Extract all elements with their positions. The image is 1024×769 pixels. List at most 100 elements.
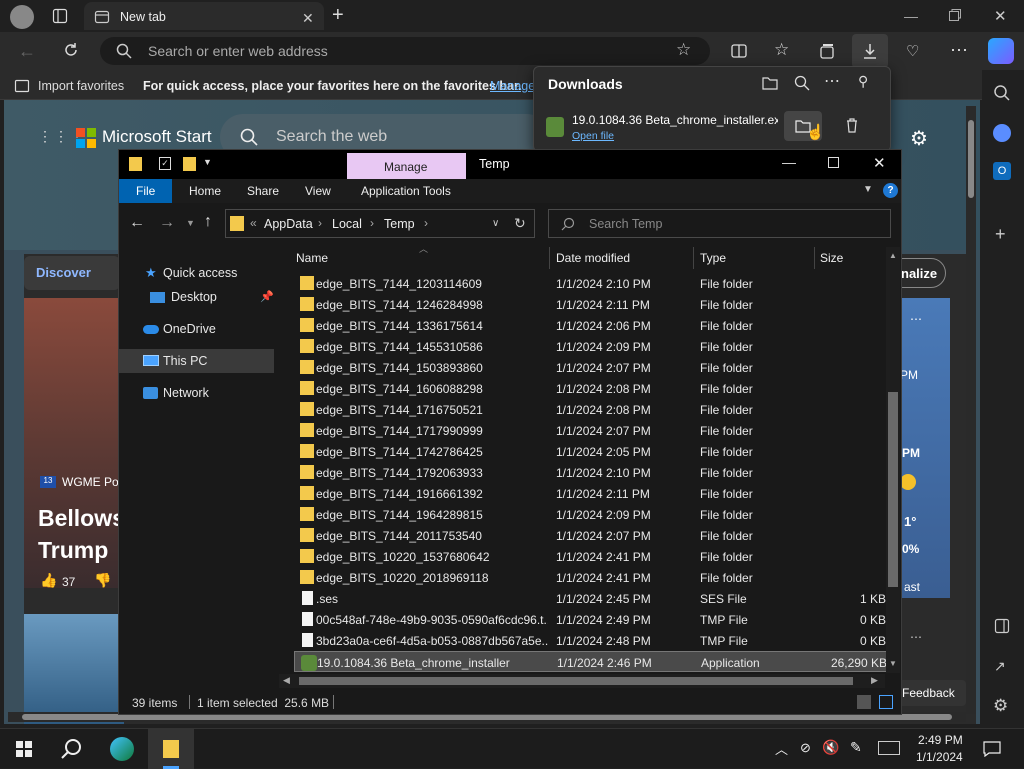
start-windows-icon[interactable]	[16, 741, 32, 757]
notifications-icon[interactable]	[983, 741, 1001, 757]
nav-forward-icon[interactable]: →	[159, 214, 175, 232]
col-divider[interactable]	[693, 247, 694, 269]
show-in-folder-button[interactable]: ☝	[784, 111, 825, 141]
file-row[interactable]: edge_BITS_7144_1606088298 1/1/2024 2:08 P…	[294, 378, 890, 399]
address-bar[interactable]: Search or enter web address ☆	[100, 37, 710, 65]
news-headline[interactable]: Bellows Trump	[38, 502, 125, 566]
nav-this-pc[interactable]: This PC	[119, 349, 274, 373]
file-row[interactable]: .ses 1/1/2024 2:45 PM SES File 1 KB	[294, 588, 890, 609]
search-downloads-icon[interactable]	[794, 75, 810, 91]
breadcrumb-local[interactable]: Local	[332, 217, 362, 231]
page-scrollbar[interactable]	[966, 106, 976, 714]
qat-dropdown-icon[interactable]: ▼	[203, 157, 212, 167]
sidebar-settings-icon[interactable]: ⚙	[993, 696, 1008, 716]
file-row[interactable]: 3bd23a0a-ce6f-4d5a-b053-0887db567a5e... 1…	[294, 630, 890, 651]
scroll-down-icon[interactable]: ▼	[889, 659, 897, 668]
file-row[interactable]: edge_BITS_10220_2018969118 1/1/2024 2:41 …	[294, 567, 890, 588]
like-icon[interactable]: 👍	[40, 572, 57, 589]
details-view-icon[interactable]	[857, 695, 871, 709]
file-list-hscrollbar[interactable]: ◀ ▶	[279, 674, 885, 688]
file-row[interactable]: edge_BITS_7144_1716750521 1/1/2024 2:08 P…	[294, 399, 890, 420]
open-downloads-folder-icon[interactable]	[762, 76, 778, 90]
file-row[interactable]: edge_BITS_7144_1792063933 1/1/2024 2:10 P…	[294, 462, 890, 483]
nav-onedrive[interactable]: OneDrive	[119, 317, 274, 341]
outlook-icon[interactable]: O	[993, 162, 1011, 180]
volume-muted-icon[interactable]: 🔇	[822, 739, 839, 756]
show-hidden-icons-icon[interactable]: ︿	[775, 739, 788, 758]
network-status-icon[interactable]: ⊘	[800, 740, 811, 756]
keyboard-icon[interactable]	[878, 741, 900, 755]
dislike-icon[interactable]: 👎	[94, 572, 111, 589]
file-row[interactable]: edge_BITS_7144_2011753540 1/1/2024 2:07 P…	[294, 525, 890, 546]
favorites-icon[interactable]: ☆	[774, 40, 789, 60]
help-icon[interactable]: ?	[883, 183, 898, 198]
file-row[interactable]: edge_BITS_7144_1203114609 1/1/2024 2:10 P…	[294, 273, 890, 294]
scroll-up-icon[interactable]: ▲	[889, 251, 897, 260]
profile-avatar-icon[interactable]	[10, 5, 34, 29]
file-row[interactable]: 19.0.1084.36 Beta_chrome_installer 1/1/20…	[294, 651, 890, 672]
file-row[interactable]: edge_BITS_7144_1336175614 1/1/2024 2:06 P…	[294, 315, 890, 336]
clock-date[interactable]: 1/1/2024	[916, 750, 963, 764]
ribbon-tab-home[interactable]: Home	[179, 179, 231, 203]
recent-locations-icon[interactable]: ▼	[186, 218, 195, 228]
tab-actions-icon[interactable]	[52, 8, 68, 24]
sidebar-add-icon[interactable]: +	[995, 224, 1006, 245]
collections-icon[interactable]	[818, 42, 836, 60]
page-settings-icon[interactable]: ⚙	[910, 126, 928, 151]
file-row[interactable]: 00c548af-748e-49b9-9035-0590af6cdc96.t..…	[294, 609, 890, 630]
ribbon-tab-file[interactable]: File	[119, 179, 173, 203]
pen-icon[interactable]: ✎	[850, 739, 862, 756]
file-row[interactable]: edge_BITS_7144_1503893860 1/1/2024 2:07 P…	[294, 357, 890, 378]
card-more-icon[interactable]: ⋯	[910, 630, 922, 644]
restore-window-icon[interactable]	[948, 8, 962, 22]
ribbon-tab-share[interactable]: Share	[237, 179, 289, 203]
nav-back-icon[interactable]: ←	[129, 214, 145, 232]
external-link-icon[interactable]: ↗	[994, 658, 1006, 675]
edge-taskbar-icon[interactable]	[110, 737, 134, 761]
breadcrumb-appdata[interactable]: AppData	[264, 217, 313, 231]
file-row[interactable]: edge_BITS_7144_1717990999 1/1/2024 2:07 P…	[294, 420, 890, 441]
breadcrumb-temp[interactable]: Temp	[384, 217, 415, 231]
col-size[interactable]: Size	[820, 251, 843, 265]
page-scrollbar-thumb[interactable]	[968, 120, 974, 198]
ribbon-tab-application-tools[interactable]: Application Tools	[351, 179, 461, 203]
downloads-button[interactable]	[852, 34, 888, 68]
col-type[interactable]: Type	[700, 251, 726, 265]
properties-icon[interactable]: ✓	[159, 157, 171, 170]
breadcrumb-overflow-icon[interactable]: «	[250, 216, 257, 230]
more-options-icon[interactable]: ⋯	[950, 40, 968, 61]
feedback-button[interactable]: Feedback	[894, 680, 966, 706]
nav-quick-access[interactable]: ★ Quick access	[119, 261, 274, 285]
up-folder-icon[interactable]: ↑	[204, 213, 212, 231]
copilot-icon[interactable]	[988, 38, 1014, 64]
scroll-right-icon[interactable]: ▶	[871, 675, 878, 686]
close-tab-icon[interactable]: ✕	[302, 10, 314, 27]
scroll-left-icon[interactable]: ◀	[283, 675, 290, 686]
delete-icon[interactable]	[844, 117, 860, 133]
new-folder-icon[interactable]	[183, 157, 196, 171]
minimize-window-icon[interactable]: —	[904, 8, 918, 24]
explorer-minimize-icon[interactable]: —	[782, 154, 796, 170]
nav-network[interactable]: Network	[119, 381, 274, 405]
col-divider[interactable]	[814, 247, 815, 269]
file-row[interactable]: edge_BITS_7144_1742786425 1/1/2024 2:05 P…	[294, 441, 890, 462]
explorer-refresh-icon[interactable]: ↻	[514, 215, 526, 232]
file-row[interactable]: edge_BITS_7144_1246284998 1/1/2024 2:11 P…	[294, 294, 890, 315]
file-list-vscroll-thumb[interactable]	[888, 392, 898, 587]
address-breadcrumb[interactable]: « AppData › Local › Temp › ∨ ↻	[225, 209, 535, 238]
ribbon-expand-icon[interactable]: ▼	[863, 184, 873, 195]
ribbon-tab-view[interactable]: View	[295, 179, 341, 203]
sidebar-panel-icon[interactable]	[994, 618, 1010, 634]
file-list-vscrollbar[interactable]: ▲ ▼	[886, 247, 900, 673]
col-date[interactable]: Date modified	[556, 251, 630, 265]
refresh-icon[interactable]	[62, 41, 80, 59]
explorer-maximize-icon[interactable]	[828, 157, 839, 168]
file-row[interactable]: edge_BITS_7144_1964289815 1/1/2024 2:09 P…	[294, 504, 890, 525]
explorer-search-box[interactable]: Search Temp	[548, 209, 891, 238]
file-row[interactable]: edge_BITS_7144_1455310586 1/1/2024 2:09 P…	[294, 336, 890, 357]
sidebar-copilot-icon[interactable]	[993, 124, 1011, 142]
manage-favorites-link[interactable]: Manage	[490, 79, 535, 93]
file-row[interactable]: edge_BITS_7144_1916661392 1/1/2024 2:11 P…	[294, 483, 890, 504]
download-file-name[interactable]: 19.0.1084.36 Beta_chrome_installer.exe	[572, 113, 778, 127]
file-row[interactable]: edge_BITS_10220_1537680642 1/1/2024 2:41 …	[294, 546, 890, 567]
